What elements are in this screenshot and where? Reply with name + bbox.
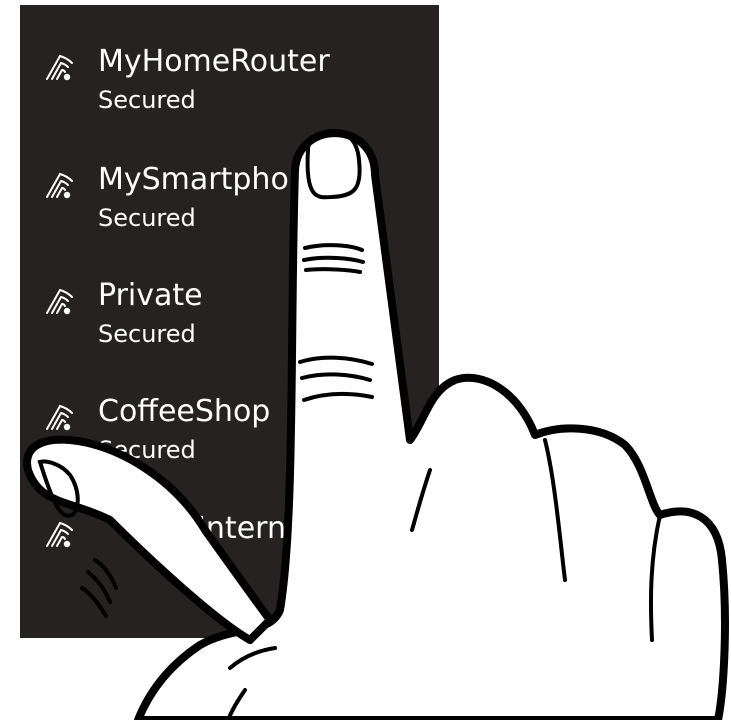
network-item-mysmartphone[interactable]: MySmartpho Secured	[20, 128, 439, 232]
network-name: MySmartpho	[98, 162, 289, 197]
network-name: ryIntern	[167, 511, 286, 546]
network-item-myhomerouter[interactable]: MyHomeRouter Secured	[20, 10, 439, 114]
network-item-coffeeshop[interactable]: CoffeeShop Secured	[20, 360, 439, 464]
network-name: Private	[98, 278, 203, 313]
network-name: CoffeeShop	[98, 394, 271, 429]
wifi-network-list: MyHomeRouter Secured MySmartpho Secured …	[20, 5, 439, 638]
network-item-partial[interactable]: ryIntern	[20, 477, 439, 577]
network-name: MyHomeRouter	[98, 44, 330, 79]
wifi-signal-icon	[46, 172, 73, 199]
network-status: Secured	[98, 204, 196, 232]
network-status: Secured	[98, 86, 196, 114]
network-status: Secured	[98, 436, 196, 464]
network-status: Secured	[98, 320, 196, 348]
wifi-signal-icon	[46, 521, 73, 548]
network-item-private[interactable]: Private Secured	[20, 244, 439, 348]
wifi-signal-icon	[46, 288, 73, 315]
wifi-signal-icon	[46, 404, 73, 431]
wifi-signal-icon	[46, 54, 73, 81]
